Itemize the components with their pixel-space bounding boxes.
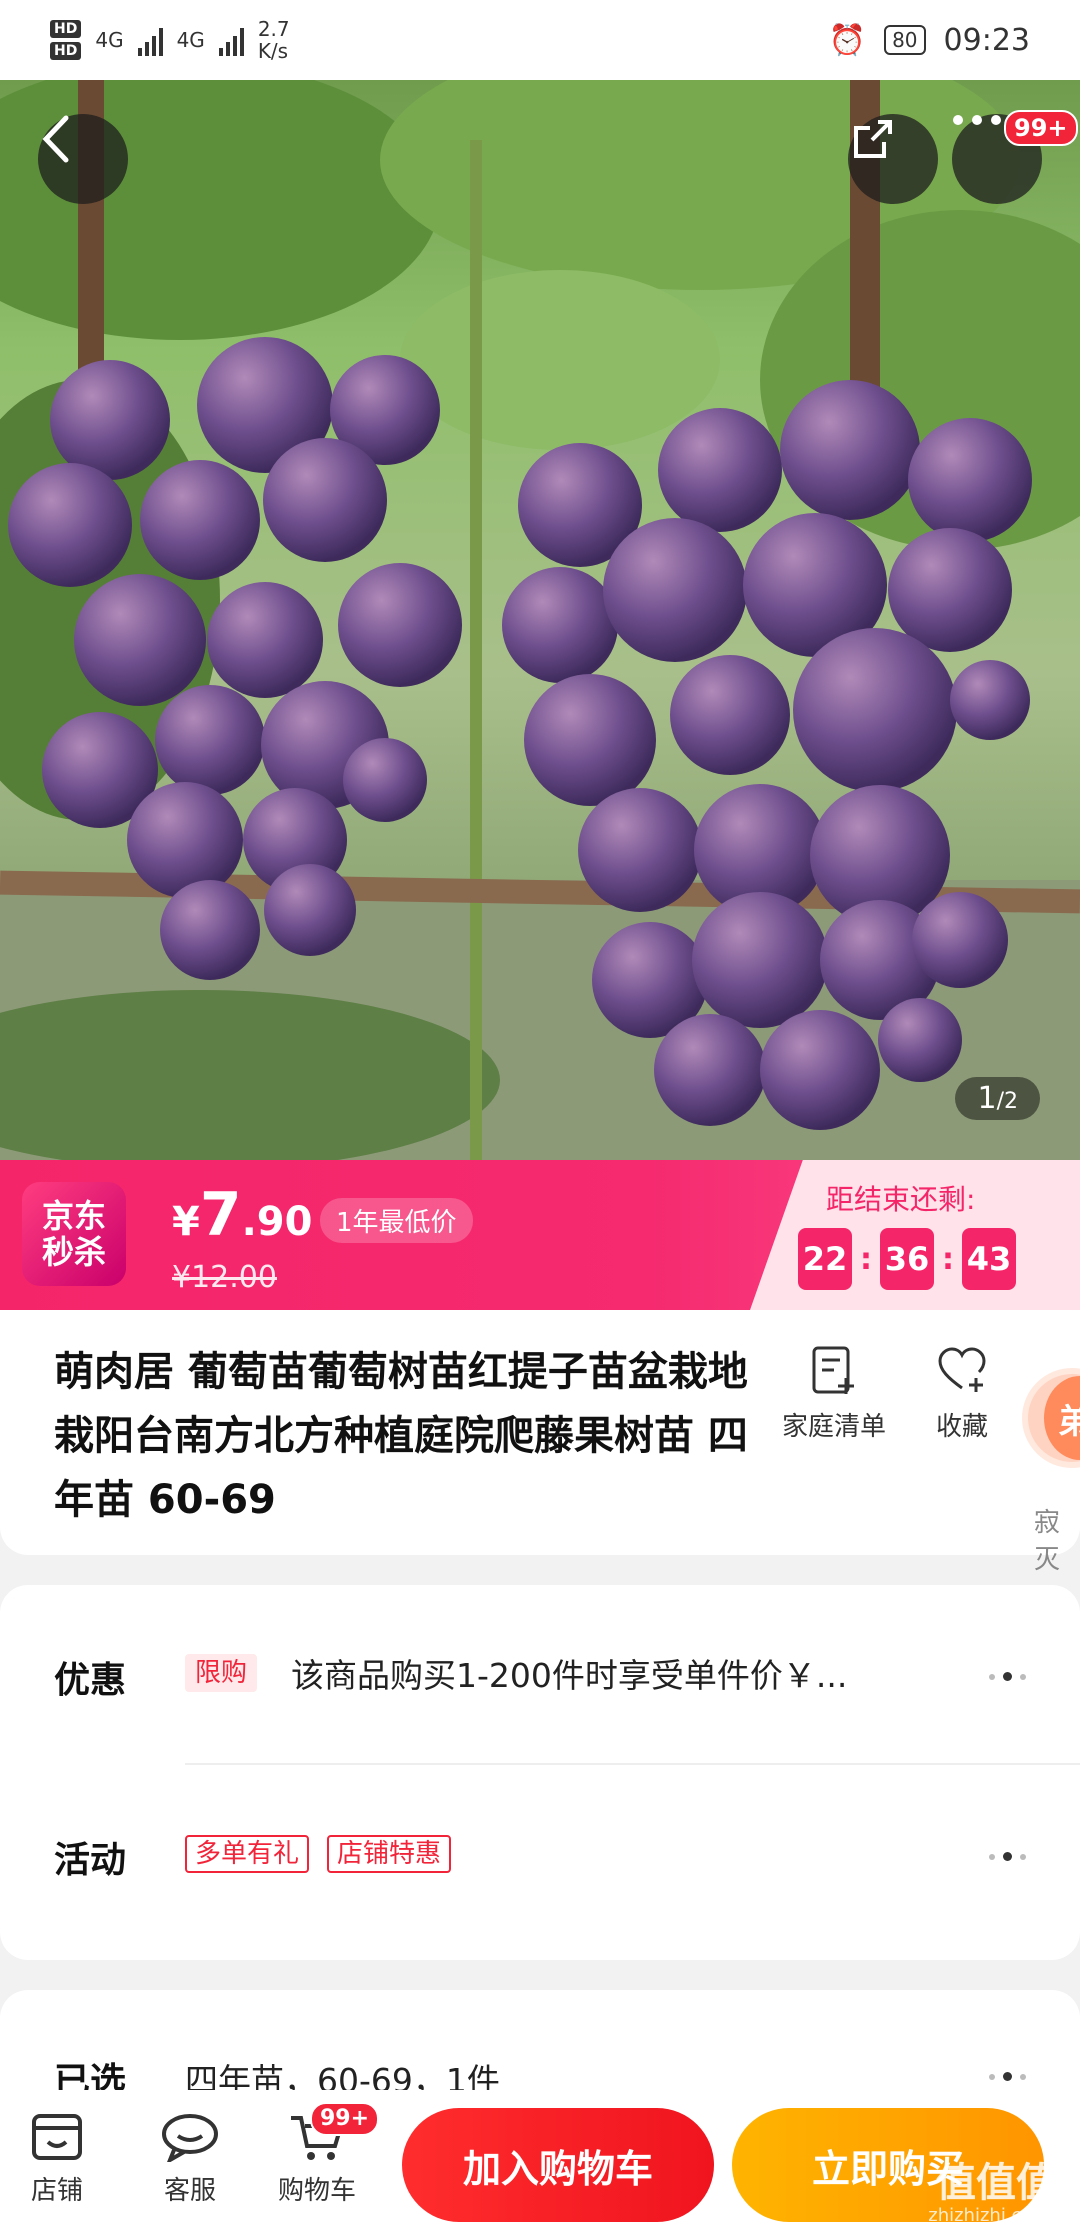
chat-icon [162, 2114, 218, 2162]
product-title-card: 萌肉居 葡萄苗葡萄树苗红提子苗盆栽地栽阳台南方北方种植庭院爬藤果树苗 四年苗 6… [0, 1310, 1080, 1555]
share-icon [854, 120, 892, 158]
network-2-label: 4G [176, 28, 205, 52]
original-price: ¥12.00 [172, 1260, 277, 1295]
message-badge: 99+ [1004, 110, 1078, 146]
grape-photo [0, 80, 1080, 1160]
product-detail-page: HD HD 4G 4G 2.7 K/s ⏰ 80 09:23 99+ 1/2 京… [0, 0, 1080, 2240]
clock: 09:23 [943, 22, 1030, 58]
status-left: HD HD 4G 4G 2.7 K/s [50, 18, 290, 62]
discount-label: 优惠 [54, 1660, 127, 1701]
current-price: ¥7.90 [172, 1180, 313, 1250]
list-add-icon [812, 1346, 854, 1394]
bottom-action-bar: 店铺 客服 购物车 99+ 加入购物车 立即购买 [0, 2090, 1080, 2240]
heart-icon [938, 1347, 986, 1392]
network-1-label: 4G [95, 28, 124, 52]
activity-tag: 多单有礼 [185, 1835, 310, 1873]
signal-icon-2 [218, 24, 244, 56]
status-bar: HD HD 4G 4G 2.7 K/s ⏰ 80 09:23 [0, 0, 1080, 80]
discount-text: 该商品购买1-200件时享受单件价￥... [291, 1656, 848, 1695]
favorite-button[interactable]: 收藏 [936, 1344, 988, 1443]
lowest-price-tag: 1年最低价 [320, 1198, 473, 1243]
alarm-icon: ⏰ [828, 22, 867, 58]
shop-icon [32, 2114, 82, 2160]
countdown-minutes: 36 [880, 1228, 934, 1290]
divider [185, 1763, 1080, 1765]
flash-sale-bar: 京东 秒杀 ¥7.90 1年最低价 ¥12.00 距结束还剩: 22 : 36 … [0, 1160, 1080, 1310]
more-icon[interactable] [989, 1672, 1026, 1681]
activity-tag: 店铺特惠 [327, 1835, 452, 1873]
add-to-cart-button[interactable]: 加入购物车 [402, 2108, 714, 2222]
discount-row[interactable]: 限购 该商品购买1-200件时享受单件价￥... [185, 1649, 847, 1697]
network-speed: 2.7 K/s [257, 17, 290, 63]
chevron-left-icon [42, 115, 69, 163]
product-image-carousel[interactable]: 99+ 1/2 [0, 80, 1080, 1160]
purchase-limit-tag: 限购 [185, 1654, 258, 1692]
countdown-separator: : [942, 1241, 954, 1277]
watermark: 值值值 [936, 2160, 1056, 2206]
battery-icon: 80 [884, 25, 926, 55]
back-button[interactable] [38, 114, 128, 204]
countdown-hours: 22 [798, 1228, 852, 1290]
countdown-label: 距结束还剩: [826, 1183, 976, 1216]
cart-count-badge: 99+ [310, 2102, 380, 2136]
share-button[interactable] [848, 114, 938, 204]
activity-label: 活动 [54, 1840, 127, 1881]
more-icon [953, 115, 1001, 125]
shop-button[interactable]: 店铺 [30, 2112, 84, 2207]
countdown-seconds: 43 [962, 1228, 1016, 1290]
jd-seckill-logo: 京东 秒杀 [22, 1182, 126, 1286]
watermark-url: zhizhizhi.com [928, 2205, 1050, 2226]
floating-reward-label: 寂灭 [1034, 1508, 1061, 1575]
more-icon[interactable] [989, 1852, 1026, 1861]
image-pager: 1/2 [955, 1077, 1040, 1120]
countdown-timer: 22 : 36 : 43 [798, 1228, 1016, 1290]
promotion-card: 优惠 限购 该商品购买1-200件时享受单件价￥... 活动 多单有礼 店铺特惠 [0, 1585, 1080, 1960]
family-list-button[interactable]: 家庭清单 [782, 1344, 886, 1443]
hd-icon: HD HD [50, 20, 82, 60]
product-title: 萌肉居 葡萄苗葡萄树苗红提子苗盆栽地栽阳台南方北方种植庭院爬藤果树苗 四年苗 6… [54, 1349, 748, 1523]
more-icon[interactable] [989, 2072, 1026, 2081]
customer-service-button[interactable]: 客服 [160, 2112, 220, 2207]
signal-icon [137, 24, 163, 56]
countdown-separator: : [860, 1241, 872, 1277]
status-right: ⏰ 80 09:23 [829, 23, 1030, 58]
activity-row[interactable]: 多单有礼 店铺特惠 [185, 1835, 452, 1873]
